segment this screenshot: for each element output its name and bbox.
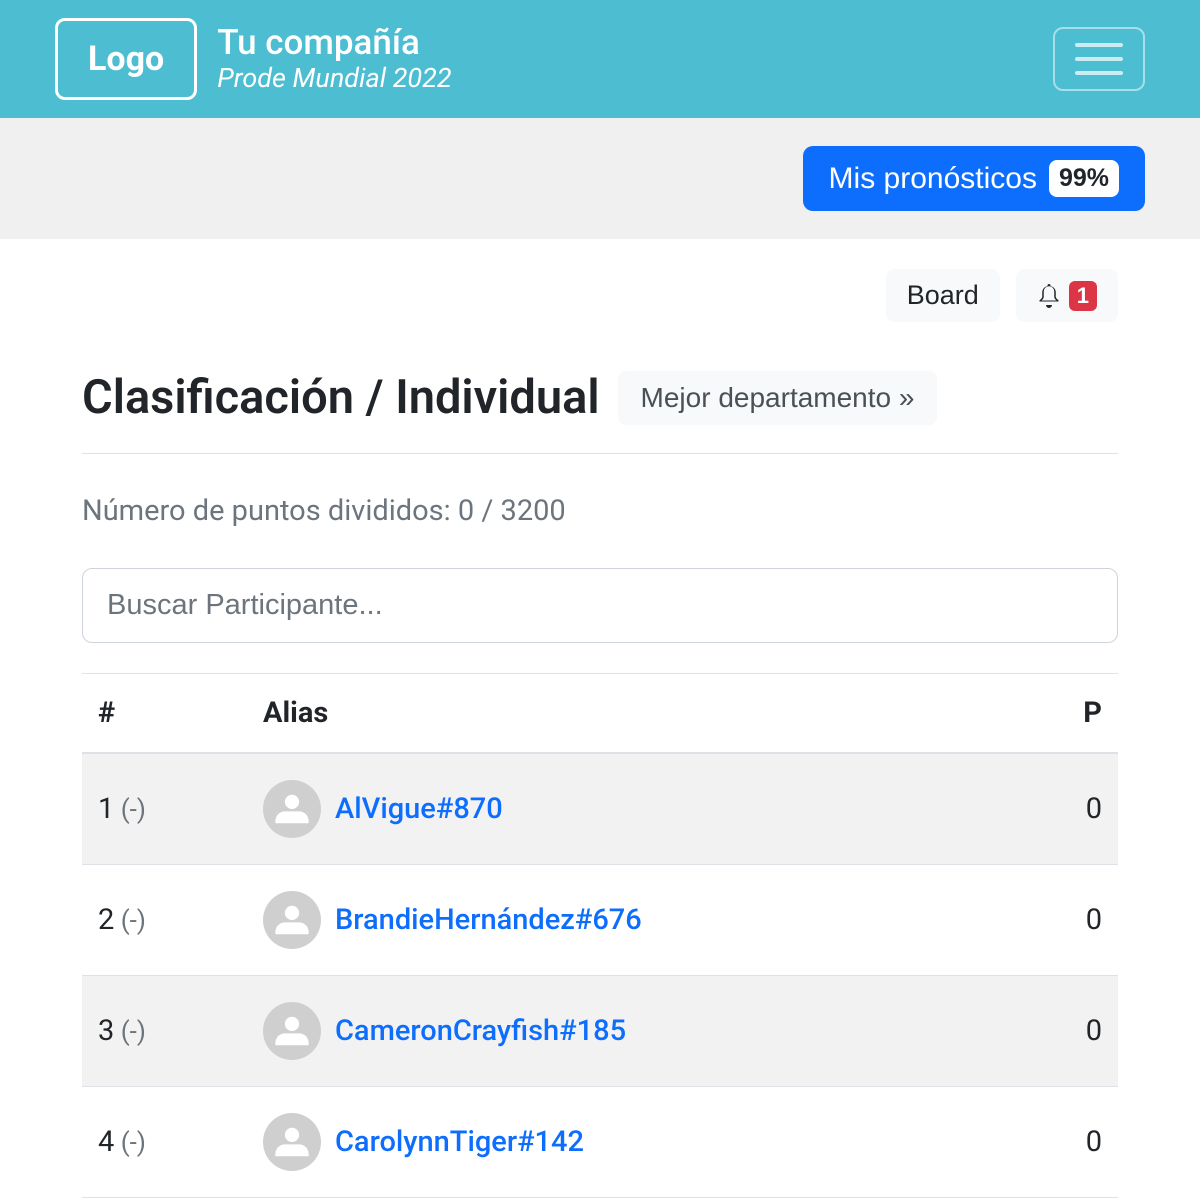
person-icon xyxy=(273,790,311,828)
points-cell: 0 xyxy=(1018,865,1118,976)
bell-icon xyxy=(1037,284,1061,308)
notifications-button[interactable]: 1 xyxy=(1016,269,1118,322)
hamburger-icon xyxy=(1075,57,1123,61)
points-cell: 0 xyxy=(1018,753,1118,865)
my-predictions-button[interactable]: Mis pronósticos 99% xyxy=(803,146,1145,211)
navbar-brand[interactable]: Logo Tu compañía Prode Mundial 2022 xyxy=(55,18,452,100)
app-subtitle: Prode Mundial 2022 xyxy=(217,62,451,94)
points-cell: 0 xyxy=(1018,976,1118,1087)
board-label: Board xyxy=(907,280,979,311)
top-actions: Board 1 xyxy=(82,269,1118,322)
alias-cell: BrandieHernández#676 xyxy=(247,865,1018,976)
rank-change: (-) xyxy=(114,1128,146,1158)
avatar xyxy=(263,1002,321,1060)
alias-cell: CameronCrayfish#185 xyxy=(247,976,1018,1087)
predictions-progress-badge: 99% xyxy=(1049,160,1119,197)
ranking-table: # Alias P 1 (-) AlVigue#870 0 2 (-) BrandieH… xyxy=(82,673,1118,1198)
search-input[interactable] xyxy=(82,568,1118,643)
participant-link[interactable]: CameronCrayfish#185 xyxy=(335,1014,626,1048)
board-button[interactable]: Board xyxy=(886,269,1000,322)
header-points: P xyxy=(1018,674,1118,754)
header-rank: # xyxy=(82,674,247,754)
alias-cell: CarolynnTiger#142 xyxy=(247,1087,1018,1198)
main-content: Board 1 Clasificación / Individual Mejor… xyxy=(0,239,1200,1198)
menu-toggle-button[interactable] xyxy=(1053,27,1145,91)
rank-number: 4 xyxy=(98,1125,114,1159)
table-row: 2 (-) BrandieHernández#676 0 xyxy=(82,865,1118,976)
rank-number: 2 xyxy=(98,903,114,937)
rank-number: 3 xyxy=(98,1014,114,1048)
participant-link[interactable]: CarolynnTiger#142 xyxy=(335,1125,584,1159)
table-row: 3 (-) CameronCrayfish#185 0 xyxy=(82,976,1118,1087)
table-row: 1 (-) AlVigue#870 0 xyxy=(82,753,1118,865)
hamburger-icon xyxy=(1075,43,1123,47)
logo: Logo xyxy=(55,18,197,100)
participant-link[interactable]: BrandieHernández#676 xyxy=(335,903,642,937)
rank-number: 1 xyxy=(98,792,114,826)
avatar xyxy=(263,1113,321,1171)
rank-cell: 1 (-) xyxy=(82,753,247,865)
notifications-count-badge: 1 xyxy=(1069,281,1097,311)
avatar xyxy=(263,780,321,838)
avatar xyxy=(263,891,321,949)
rank-cell: 2 (-) xyxy=(82,865,247,976)
rank-change: (-) xyxy=(114,906,146,936)
my-predictions-label: Mis pronósticos xyxy=(829,162,1037,196)
hamburger-icon xyxy=(1075,71,1123,75)
navbar: Logo Tu compañía Prode Mundial 2022 xyxy=(0,0,1200,118)
brand-text: Tu compañía Prode Mundial 2022 xyxy=(217,24,451,95)
person-icon xyxy=(273,1123,311,1161)
best-department-button[interactable]: Mejor departamento » xyxy=(618,371,938,425)
header-alias: Alias xyxy=(247,674,1018,754)
participant-link[interactable]: AlVigue#870 xyxy=(335,792,503,826)
rank-change: (-) xyxy=(114,1017,146,1047)
table-row: 4 (-) CarolynnTiger#142 0 xyxy=(82,1087,1118,1198)
alias-cell: AlVigue#870 xyxy=(247,753,1018,865)
points-cell: 0 xyxy=(1018,1087,1118,1198)
person-icon xyxy=(273,901,311,939)
page-title: Clasificación / Individual xyxy=(82,370,600,425)
rank-cell: 4 (-) xyxy=(82,1087,247,1198)
person-icon xyxy=(273,1012,311,1050)
rank-cell: 3 (-) xyxy=(82,976,247,1087)
company-name: Tu compañía xyxy=(217,24,451,63)
rank-change: (-) xyxy=(114,795,146,825)
subheader: Mis pronósticos 99% xyxy=(0,118,1200,239)
points-divided-text: Número de puntos divididos: 0 / 3200 xyxy=(82,494,1118,528)
page-heading: Clasificación / Individual Mejor departa… xyxy=(82,370,1118,454)
